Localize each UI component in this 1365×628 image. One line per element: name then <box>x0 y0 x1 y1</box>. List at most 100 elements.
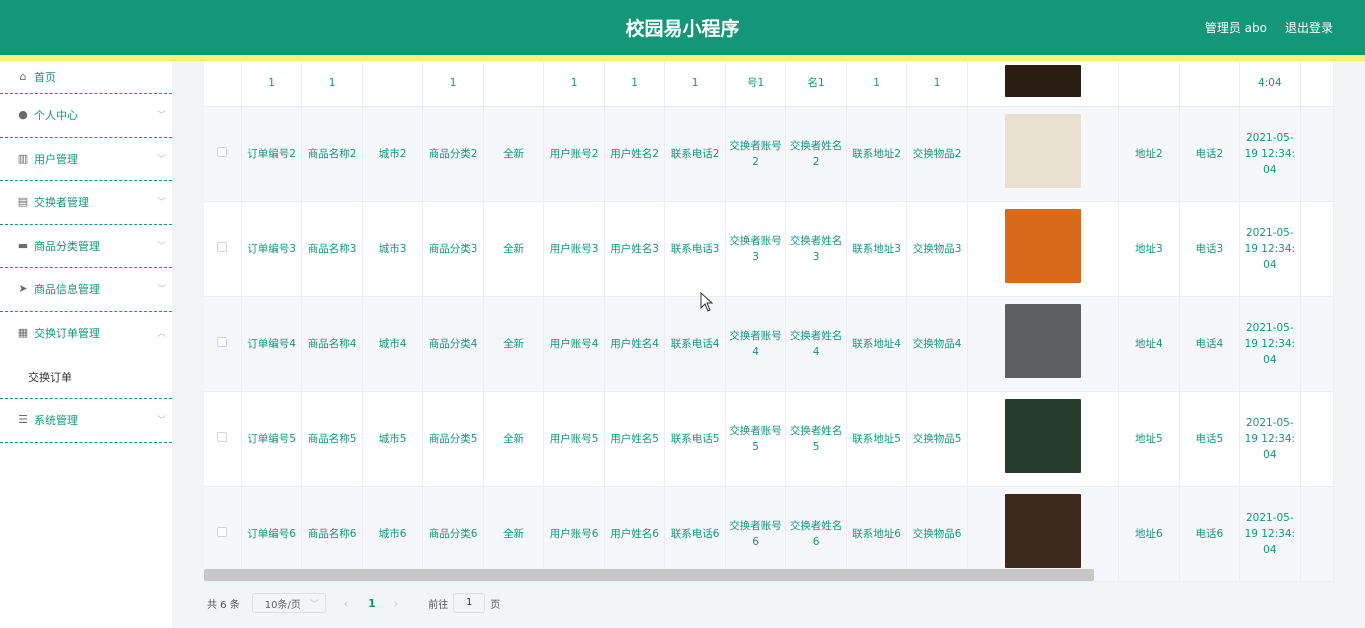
folder-icon: ▬ <box>17 238 29 252</box>
table-cell: 交换者账号5 <box>725 391 787 487</box>
sidebar-item-system[interactable]: ☰ 系统管理 ﹀ <box>0 399 172 443</box>
table-cell <box>362 61 424 107</box>
table-cell: 交换物品2 <box>906 106 968 202</box>
table-image-cell <box>967 201 1120 297</box>
table-cell: 交换者姓名2 <box>785 106 847 202</box>
table-cell: 商品分类5 <box>422 391 484 487</box>
admin-name: 管理员 abo <box>1204 21 1267 35</box>
table-cell: 号1 <box>725 61 787 107</box>
submenu-exchange-orders[interactable]: 交换订单 <box>0 355 172 399</box>
page-number-current[interactable]: 1 <box>368 597 376 610</box>
table-row: 1 1 1 1 1 1 号1 名1 1 1 4:04 <box>204 61 1334 107</box>
table-cell: 联系电话3 <box>664 201 726 297</box>
table-cell: 地址4 <box>1118 296 1180 392</box>
table-row: 订单编号5 商品名称5 城市5 商品分类5 全新 用户账号5 用户姓名5 联系电话5 交换者账号… <box>204 391 1334 487</box>
table-cell <box>1300 486 1334 582</box>
chevron-down-icon: ﹀ <box>156 154 166 165</box>
orders-table: 1 1 1 1 1 1 号1 名1 1 1 4:04 订单编号2 商品名称2 城市2… <box>204 61 1334 582</box>
chevron-down-icon: ﹀ <box>156 416 166 426</box>
sidebar-item-home[interactable]: ⌂ 首页 <box>0 61 172 94</box>
table-cell: 电话5 <box>1179 391 1241 487</box>
bar-chart-icon: ▥ <box>17 151 29 165</box>
table-cell <box>1300 391 1334 487</box>
clipboard-icon: ▤ <box>17 195 29 209</box>
sidebar-item-orders[interactable]: ▦ 交换订单管理 ︿ <box>0 312 172 356</box>
sidebar-item-label: 交换订单管理 <box>34 327 100 341</box>
row-select-cell[interactable] <box>204 201 242 297</box>
table-cell: 1 <box>846 61 908 107</box>
table-cell: 2021-05-19 12:34:04 <box>1239 106 1301 202</box>
logout-button[interactable]: 退出登录 <box>1285 19 1333 36</box>
table-cell: 用户姓名2 <box>604 106 666 202</box>
table-cell: 联系地址5 <box>846 391 908 487</box>
row-select-cell[interactable] <box>204 486 242 582</box>
table-cell: 订单编号4 <box>241 296 303 392</box>
book-cover-image <box>1004 64 1081 97</box>
sidebar-item-goods[interactable]: ➤ 商品信息管理 ﹀ <box>0 268 172 312</box>
table-cell: 联系电话4 <box>664 296 726 392</box>
table-cell: 1 <box>604 61 666 107</box>
row-checkbox[interactable] <box>217 241 228 252</box>
table-image-cell <box>967 391 1120 487</box>
sidebar-item-label: 交换者管理 <box>34 196 89 210</box>
table-cell: 全新 <box>483 201 545 297</box>
book-cover-image <box>1004 114 1081 188</box>
horizontal-scrollbar[interactable] <box>204 569 1094 581</box>
chevron-down-icon: ﹀ <box>156 111 166 121</box>
sidebar-item-label: 商品信息管理 <box>34 283 100 297</box>
row-checkbox[interactable] <box>217 146 228 157</box>
table-cell: 商品名称5 <box>301 391 363 487</box>
table-cell: 联系地址4 <box>846 296 908 392</box>
table-cell: 用户账号4 <box>543 296 605 392</box>
table-cell: 联系地址3 <box>846 201 908 297</box>
row-select-cell[interactable] <box>204 296 242 392</box>
sidebar-item-label: 首页 <box>34 71 56 84</box>
table-cell: 2021-05-19 12:34:04 <box>1239 486 1301 582</box>
prev-page-button[interactable]: ‹ <box>344 597 348 610</box>
table-cell: 全新 <box>483 296 545 392</box>
table-cell <box>483 61 545 107</box>
mouse-cursor-icon <box>700 292 714 312</box>
table-cell: 1 <box>906 61 968 107</box>
sidebar-item-exchangers[interactable]: ▤ 交换者管理 ﹀ <box>0 181 172 225</box>
sidebar-item-users[interactable]: ▥ 用户管理 ﹀ <box>0 138 172 181</box>
table-cell: 交换者账号2 <box>725 106 787 202</box>
table-cell: 用户账号5 <box>543 391 605 487</box>
table-cell: 全新 <box>483 106 545 202</box>
table-cell: 商品分类4 <box>422 296 484 392</box>
row-select-cell[interactable] <box>204 391 242 487</box>
table-cell: 地址5 <box>1118 391 1180 487</box>
top-bar: 校园易小程序 管理员 abo 退出登录 <box>0 0 1365 61</box>
table-cell: 联系地址6 <box>846 486 908 582</box>
table-cell: 交换者姓名3 <box>785 201 847 297</box>
goto-page-input[interactable]: 1 <box>453 593 486 613</box>
table-cell: 用户姓名5 <box>604 391 666 487</box>
table-cell: 1 <box>301 61 363 107</box>
row-select-cell[interactable] <box>204 61 242 107</box>
row-select-cell[interactable] <box>204 106 242 202</box>
table-cell: 商品分类3 <box>422 201 484 297</box>
table-cell: 2021-05-19 12:34:04 <box>1239 201 1301 297</box>
table-cell <box>1300 201 1334 297</box>
sidebar-item-profile[interactable]: ● 个人中心 ﹀ <box>0 94 172 138</box>
table-cell: 商品名称4 <box>301 296 363 392</box>
table-cell: 城市5 <box>362 391 424 487</box>
book-cover-image <box>1004 399 1081 473</box>
send-icon: ➤ <box>18 282 28 296</box>
table-cell: 4:04 <box>1239 61 1301 107</box>
table-cell: 交换物品3 <box>906 201 968 297</box>
table-cell: 地址3 <box>1118 201 1180 297</box>
table-cell: 交换物品4 <box>906 296 968 392</box>
chevron-down-icon: ﹀ <box>156 285 166 295</box>
user-icon: ● <box>18 108 28 122</box>
row-checkbox[interactable] <box>217 336 228 347</box>
book-cover-image <box>1004 494 1081 568</box>
table-cell: 电话6 <box>1179 486 1241 582</box>
row-checkbox[interactable] <box>217 431 228 442</box>
table-cell: 联系电话5 <box>664 391 726 487</box>
table-row: 订单编号6 商品名称6 城市6 商品分类6 全新 用户账号6 用户姓名6 联系电话6 交换者账号… <box>204 486 1334 582</box>
row-checkbox[interactable] <box>217 526 228 537</box>
sidebar-item-categories[interactable]: ▬ 商品分类管理 ﹀ <box>0 225 172 268</box>
page-size-select[interactable]: 10条/页 ﹀ <box>251 593 326 613</box>
next-page-button[interactable]: › <box>394 597 398 610</box>
